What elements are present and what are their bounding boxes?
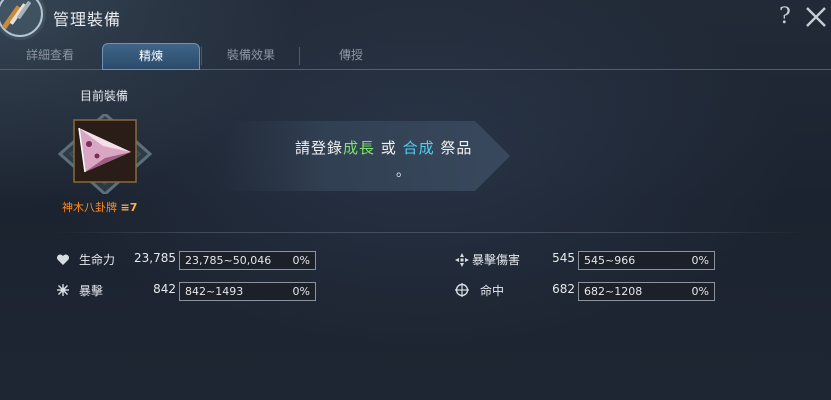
stat-label-critical-damage: 暴擊傷害 (472, 253, 521, 267)
close-icon[interactable] (803, 2, 829, 30)
divider (50, 232, 810, 233)
synthesis-keyword: 合成 (402, 139, 435, 157)
stat-percent-critical: 0% (292, 285, 310, 298)
stat-percent-hp: 0% (292, 254, 310, 267)
tab-transfer[interactable]: 傳授 (302, 43, 400, 67)
critical-damage-icon (455, 253, 469, 267)
stat-value-hp: 23,785 (134, 251, 176, 265)
manage-equipment-window: 管理裝備 ? 詳細查看 精煉 裝備效果 傳授 目前裝備 神木八卦牌 ≡7 請登錄… (0, 0, 831, 400)
stat-label-hp: 生命力 (79, 253, 116, 267)
stat-percent-critical-damage: 0% (691, 254, 709, 267)
help-button[interactable]: ? (779, 4, 791, 29)
equipment-tool-icon (0, 0, 46, 40)
stat-percent-accuracy: 0% (691, 285, 709, 298)
stat-range-accuracy: 682~1208 (584, 285, 643, 298)
window-title: 管理裝備 (53, 10, 122, 29)
tab-equipment-effects[interactable]: 裝備效果 (204, 43, 298, 67)
current-equipment-label: 目前裝備 (80, 89, 129, 103)
message-text: 祭品 (434, 139, 473, 157)
stat-value-critical: 842 (153, 282, 176, 296)
message-text: 或 (375, 139, 403, 157)
item-level: ≡7 (120, 201, 138, 214)
message-text: 請登錄 (295, 139, 344, 157)
tab-divider (299, 47, 300, 65)
heart-icon (56, 254, 70, 265)
stat-label-accuracy: 命中 (480, 284, 505, 298)
stat-value-critical-damage: 545 (552, 251, 575, 265)
stat-range-box-hp: 23,785~50,046 0% (179, 251, 316, 270)
tab-refine[interactable]: 精煉 (102, 43, 200, 70)
stat-range-hp: 23,785~50,046 (185, 254, 272, 267)
message-period: 。 (396, 164, 410, 180)
tab-details[interactable]: 詳細查看 (4, 43, 96, 67)
stat-value-accuracy: 682 (552, 282, 575, 296)
title-bar: 管理裝備 ? (0, 0, 831, 40)
stat-range-box-critical: 842~1493 0% (179, 282, 316, 301)
tab-bar: 詳細查看 精煉 裝備效果 傳授 (0, 43, 831, 70)
stat-range-critical: 842~1493 (185, 285, 244, 298)
stat-label-critical: 暴擊 (79, 284, 104, 298)
stat-range-box-critical-damage: 545~966 0% (578, 251, 715, 270)
stat-range-critical-damage: 545~966 (584, 254, 636, 267)
growth-keyword: 成長 (343, 139, 376, 157)
item-name: 神木八卦牌 ≡7 (62, 199, 137, 215)
equipment-slot[interactable] (45, 114, 165, 194)
stat-range-box-accuracy: 682~1208 0% (578, 282, 715, 301)
tab-divider (201, 47, 202, 65)
register-material-message: 請登錄成長 或 合成 祭品 (295, 137, 515, 158)
item-name-text: 神木八卦牌 (62, 201, 117, 214)
critical-icon (57, 284, 69, 296)
accuracy-icon (455, 283, 469, 297)
